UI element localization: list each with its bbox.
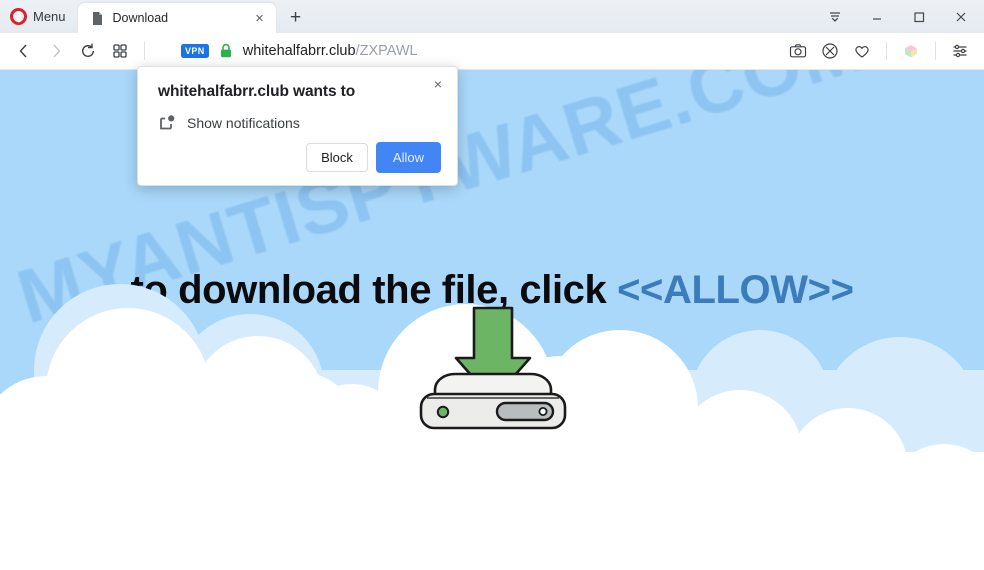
new-tab-button[interactable]: + (282, 3, 310, 31)
address-bar: VPN whitehalfabrr.club/ZXPAWL (0, 33, 984, 70)
extension-icon[interactable] (898, 37, 924, 65)
notification-permission-dialog: × whitehalfabrr.club wants to Show notif… (137, 66, 458, 186)
url-domain: whitehalfabrr.club (242, 43, 356, 59)
browser-tools (782, 37, 976, 65)
minimize-icon[interactable] (856, 1, 898, 32)
url-text: whitehalfabrr.club/ZXPAWL (243, 43, 418, 59)
block-button[interactable]: Block (306, 143, 368, 172)
opera-logo-icon (10, 8, 27, 25)
url-path: /ZXPAWL (355, 43, 418, 59)
hard-drive-download-icon (419, 306, 567, 430)
dialog-close-icon[interactable]: × (428, 74, 448, 94)
forward-arrow-icon[interactable] (40, 36, 72, 66)
close-icon[interactable] (940, 1, 982, 32)
document-icon (90, 11, 105, 26)
allow-button[interactable]: Allow (375, 142, 441, 173)
reload-icon[interactable] (72, 36, 104, 66)
browser-tab-download[interactable]: Download × (77, 3, 276, 33)
permission-label: Show notifications (187, 114, 300, 131)
dialog-actions: Block Allow (306, 142, 441, 173)
vpn-badge[interactable]: VPN (181, 44, 209, 58)
notification-bell-icon (158, 113, 177, 132)
toolbar-divider (144, 42, 145, 60)
tab-close-icon[interactable]: × (250, 8, 270, 28)
menu-button-label: Menu (33, 9, 66, 24)
tools-divider-2 (935, 42, 936, 60)
back-arrow-icon[interactable] (8, 36, 40, 66)
window-controls (814, 0, 984, 33)
tools-divider-1 (886, 42, 887, 60)
speed-dial-icon[interactable] (104, 36, 136, 66)
heart-favorite-icon[interactable] (849, 37, 875, 65)
opera-menu-button[interactable]: Menu (6, 3, 74, 30)
maximize-icon[interactable] (898, 1, 940, 32)
snapshot-camera-icon[interactable] (785, 37, 811, 65)
tab-title: Download (112, 11, 169, 25)
dialog-title: whitehalfabrr.club wants to (158, 83, 356, 100)
tab-menu-icon[interactable] (814, 1, 856, 32)
ad-blocker-shield-icon[interactable] (817, 37, 843, 65)
padlock-icon[interactable] (219, 43, 233, 59)
tab-strip: Menu Download × + (0, 0, 984, 33)
easy-setup-sliders-icon[interactable] (947, 37, 973, 65)
permission-row: Show notifications (158, 113, 439, 132)
browser-window: Menu Download × + VPN whitehalfabrr.club… (0, 0, 984, 570)
url-field[interactable]: VPN whitehalfabrr.club/ZXPAWL (153, 36, 782, 66)
